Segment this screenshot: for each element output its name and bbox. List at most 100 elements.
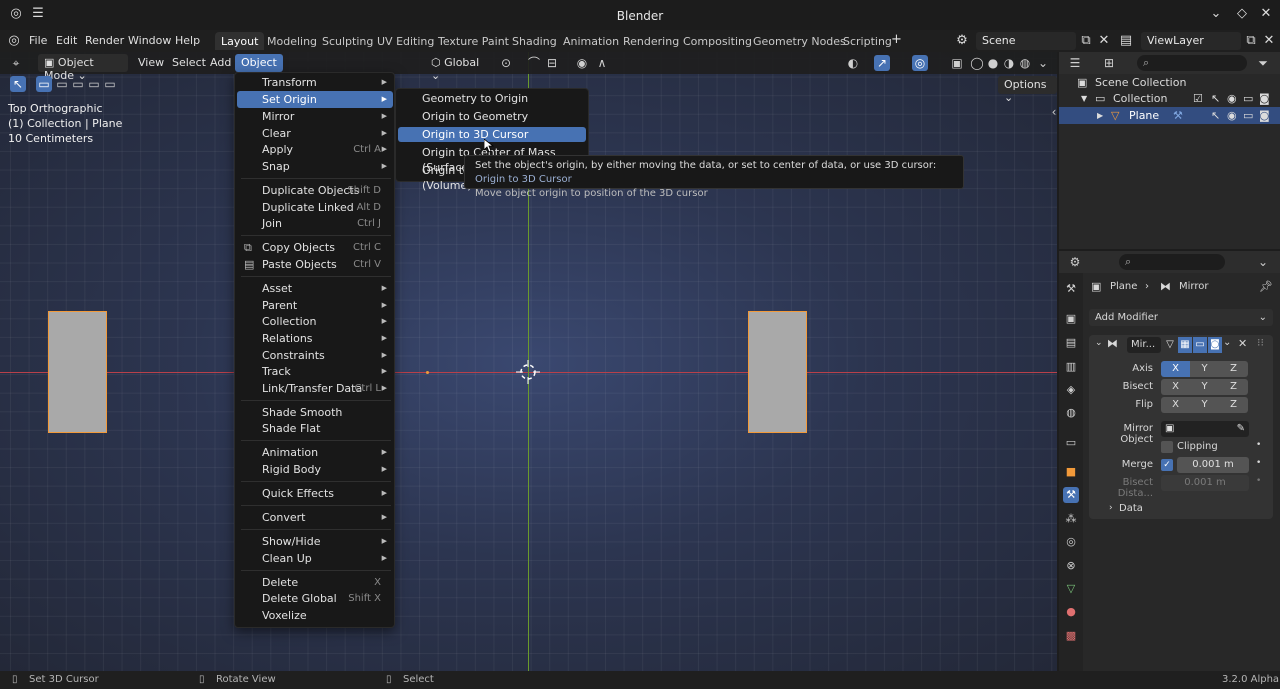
- menu-window[interactable]: Window: [128, 34, 171, 47]
- tab-compositing[interactable]: Compositing: [677, 32, 758, 50]
- menu-item-transform[interactable]: Transform ▶: [237, 74, 393, 91]
- tab-layout[interactable]: Layout: [215, 32, 265, 50]
- scene-tab-icon[interactable]: ◈: [1063, 382, 1079, 398]
- outliner-search-input[interactable]: ⌕: [1137, 55, 1247, 71]
- tab-sculpting[interactable]: Sculpting: [316, 32, 379, 50]
- particles-tab-icon[interactable]: ⁂: [1063, 511, 1079, 527]
- bisect-distance-field[interactable]: 0.001 m: [1161, 475, 1249, 491]
- options-dropdown[interactable]: Options ⌄: [998, 76, 1057, 104]
- camera-icon[interactable]: ◙: [1259, 107, 1270, 124]
- menu-item-voxelize[interactable]: Voxelize: [237, 607, 393, 624]
- checkbox-icon[interactable]: ☑: [1193, 90, 1203, 107]
- menu-item-set-origin[interactable]: Set Origin ▶: [237, 91, 393, 108]
- cage-toggle-icon[interactable]: ▦: [1178, 337, 1192, 353]
- properties-editor-type-icon[interactable]: ⚙: [1067, 254, 1083, 270]
- menu-file[interactable]: File: [29, 34, 47, 47]
- modifier-name-field[interactable]: Mir...: [1127, 337, 1161, 353]
- select-toggle-icon[interactable]: ↖: [1211, 90, 1220, 107]
- menu-item-collection[interactable]: Collection ▶: [237, 313, 393, 330]
- menu-item-delete[interactable]: Delete X: [237, 574, 393, 591]
- render-toggle-icon[interactable]: ◙: [1208, 337, 1222, 353]
- pin-icon[interactable]: 📌︎: [1259, 280, 1273, 293]
- transform-orientation-selector[interactable]: ⬡ Global ⌄: [425, 54, 491, 82]
- filter-icon[interactable]: ⏷: [1255, 55, 1271, 71]
- tab-texture-paint[interactable]: Texture Paint: [432, 32, 515, 50]
- restore-icon[interactable]: ◇: [1234, 6, 1250, 22]
- eye-icon[interactable]: ◉: [1227, 90, 1237, 107]
- menu-item-track[interactable]: Track ▶: [237, 363, 393, 380]
- menu-item-paste-objects[interactable]: ▤ Paste Objects Ctrl V: [237, 256, 393, 273]
- menu-item-convert[interactable]: Convert ▶: [237, 509, 393, 526]
- menu-item-copy-objects[interactable]: ⧉ Copy Objects Ctrl C: [237, 239, 393, 256]
- view-layer-selector[interactable]: ViewLayer: [1141, 32, 1241, 50]
- select-extend-icon[interactable]: ▭: [54, 76, 70, 92]
- select-invert-icon[interactable]: ▭: [86, 76, 102, 92]
- outliner-row-plane[interactable]: ▶ ▽ Plane ⚒ ↖ ◉ ▭ ◙: [1059, 107, 1280, 124]
- plane-object-left[interactable]: [48, 311, 107, 433]
- data-subpanel-label[interactable]: Data: [1119, 503, 1143, 514]
- world-tab-icon[interactable]: ◍: [1063, 405, 1079, 421]
- display-mode-icon[interactable]: ⊞: [1101, 55, 1117, 71]
- properties-search-input[interactable]: ⌕: [1119, 254, 1225, 270]
- eye-icon[interactable]: ◉: [1227, 107, 1237, 124]
- menu-item-relations[interactable]: Relations ▶: [237, 330, 393, 347]
- submenu-item-geometry-to-origin[interactable]: Geometry to Origin: [398, 91, 586, 106]
- menu-item-join[interactable]: Join Ctrl J: [237, 215, 393, 232]
- expand-arrow-icon[interactable]: ▼: [1081, 90, 1087, 107]
- menu-item-clean-up[interactable]: Clean Up ▶: [237, 550, 393, 567]
- menu-item-rigid-body[interactable]: Rigid Body ▶: [237, 461, 393, 478]
- overlays-icon[interactable]: ◎: [912, 55, 928, 71]
- falloff-icon[interactable]: ∧: [594, 55, 610, 71]
- tab-scripting[interactable]: Scripting: [837, 32, 898, 50]
- outliner-row-scene-collection[interactable]: ▣ Scene Collection: [1059, 74, 1280, 91]
- merge-distance-field[interactable]: 0.001 m: [1177, 457, 1249, 473]
- outliner-editor-type-icon[interactable]: ☰: [1067, 55, 1083, 71]
- close-window-icon[interactable]: ✕: [1258, 6, 1274, 22]
- keyframe-dot-icon[interactable]: •: [1256, 440, 1261, 450]
- proportional-editing-icon[interactable]: ◉: [574, 55, 590, 71]
- menu-add[interactable]: Add: [204, 54, 237, 72]
- select-tool-icon[interactable]: ↖: [10, 76, 26, 92]
- view-layer-tab-icon[interactable]: ▥: [1063, 359, 1079, 375]
- menu-item-delete-global[interactable]: Delete Global Shift X: [237, 590, 393, 607]
- remove-modifier-icon[interactable]: ✕: [1238, 337, 1247, 350]
- eyedropper-icon[interactable]: ✎: [1237, 421, 1245, 437]
- pivot-point-icon[interactable]: ⊙: [498, 55, 514, 71]
- keyframe-dot-icon[interactable]: •: [1256, 458, 1261, 468]
- tab-shading[interactable]: Shading: [506, 32, 563, 50]
- viewport-toggle-icon[interactable]: ▭: [1243, 90, 1253, 107]
- outliner-row-collection[interactable]: ▼ ▭ Collection ☑ ↖ ◉ ▭ ◙: [1059, 90, 1280, 107]
- menu-item-parent[interactable]: Parent ▶: [237, 297, 393, 314]
- tab-rendering[interactable]: Rendering: [617, 32, 685, 50]
- menu-item-duplicate-objects[interactable]: Duplicate Objects Shift D: [237, 182, 393, 199]
- axis-z-toggle[interactable]: Z: [1219, 361, 1248, 377]
- plane-object-right[interactable]: [748, 311, 807, 433]
- menu-object[interactable]: Object: [235, 54, 283, 72]
- rendered-shading-icon[interactable]: ◍: [1017, 55, 1033, 71]
- material-shading-icon[interactable]: ◑: [1001, 55, 1017, 71]
- menu-item-mirror[interactable]: Mirror ▶: [237, 108, 393, 125]
- expand-arrow-icon[interactable]: ›: [1109, 503, 1113, 513]
- menu-render[interactable]: Render: [85, 34, 124, 47]
- delete-scene-icon[interactable]: ✕: [1096, 33, 1112, 49]
- shading-options-icon[interactable]: ⌄: [1035, 55, 1051, 71]
- bisect-x-toggle[interactable]: X: [1161, 379, 1190, 395]
- axis-y-toggle[interactable]: Y: [1190, 361, 1219, 377]
- tab-uv-editing[interactable]: UV Editing: [371, 32, 440, 50]
- flip-y-toggle[interactable]: Y: [1190, 397, 1219, 413]
- add-workspace-icon[interactable]: +: [891, 32, 902, 47]
- render-tab-icon[interactable]: ▣: [1063, 311, 1079, 327]
- menu-help[interactable]: Help: [175, 34, 200, 47]
- view-layer-icon[interactable]: ▤: [1118, 33, 1134, 49]
- physics-tab-icon[interactable]: ◎: [1063, 534, 1079, 550]
- viewport-toggle-icon[interactable]: ▭: [1243, 107, 1253, 124]
- realtime-toggle-icon[interactable]: ▭: [1193, 337, 1207, 353]
- collection-tab-icon[interactable]: ▭: [1063, 435, 1079, 451]
- menu-item-constraints[interactable]: Constraints ▶: [237, 347, 393, 364]
- flip-z-toggle[interactable]: Z: [1219, 397, 1248, 413]
- add-modifier-button[interactable]: Add Modifier ⌄: [1089, 309, 1273, 326]
- drag-handle-icon[interactable]: ⁝⁝: [1257, 336, 1264, 349]
- constraints-tab-icon[interactable]: ⊗: [1063, 558, 1079, 574]
- delete-view-layer-icon[interactable]: ✕: [1261, 33, 1277, 49]
- sidebar-toggle-icon[interactable]: ‹: [1046, 104, 1057, 120]
